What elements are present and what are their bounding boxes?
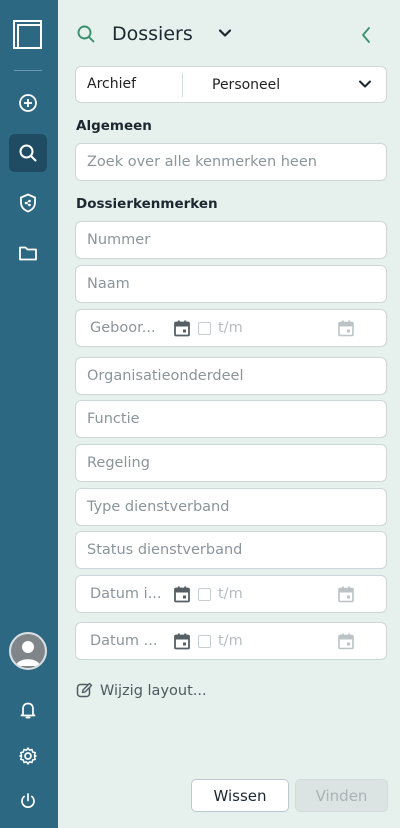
panel-header: Dossiers — [58, 18, 400, 54]
archive-select[interactable]: Archief Personeel — [75, 66, 387, 103]
geboortedatum-placeholder: Geboor... — [90, 320, 156, 336]
new-dossier-button[interactable] — [9, 84, 47, 122]
status-dienstverband-input[interactable]: Status dienstverband — [75, 531, 387, 569]
general-search-input[interactable]: Zoek over alle kenmerken heen — [75, 143, 387, 181]
range-to-label: t/m — [218, 633, 243, 649]
logout-button[interactable] — [9, 782, 47, 820]
functie-input[interactable]: Functie — [75, 400, 387, 438]
functie-placeholder: Functie — [87, 411, 140, 427]
user-icon — [11, 634, 45, 668]
bell-icon — [20, 702, 36, 719]
search-nav-button[interactable] — [9, 134, 47, 172]
plus-circle-icon — [19, 94, 37, 112]
range-to-label: t/m — [218, 586, 243, 602]
general-search-placeholder: Zoek over alle kenmerken heen — [87, 154, 317, 170]
calendar-icon[interactable] — [338, 633, 354, 650]
calendar-icon[interactable] — [174, 633, 190, 650]
page-title: Dossiers — [112, 23, 193, 45]
regeling-placeholder: Regeling — [87, 455, 150, 471]
settings-button[interactable] — [9, 737, 47, 775]
datum-uit-placeholder: Datum ... — [90, 633, 158, 649]
datum-in-range-checkbox[interactable] — [198, 588, 211, 601]
notifications-button[interactable] — [9, 691, 47, 729]
collapse-panel-icon[interactable] — [360, 26, 372, 44]
regeling-input[interactable]: Regeling — [75, 444, 387, 482]
edit-icon — [76, 682, 93, 698]
folder-icon — [19, 246, 37, 261]
naam-input[interactable]: Naam — [75, 265, 387, 303]
datum-in-placeholder: Datum i... — [90, 586, 162, 602]
chevron-down-icon — [359, 80, 371, 88]
user-avatar[interactable] — [9, 632, 47, 670]
datum-uit-range[interactable]: Datum ... t/m — [75, 622, 387, 660]
app-logo-icon[interactable] — [13, 20, 42, 49]
folder-nav-button[interactable] — [9, 234, 47, 272]
type-dienstverband-input[interactable]: Type dienstverband — [75, 488, 387, 526]
shield-nav-button[interactable] — [9, 184, 47, 222]
organisatieonderdeel-placeholder: Organisatieonderdeel — [87, 368, 244, 384]
range-to-label: t/m — [218, 320, 243, 336]
gear-icon — [19, 747, 37, 765]
section-properties-heading: Dossierkenmerken — [76, 196, 218, 212]
find-button[interactable]: Vinden — [295, 779, 388, 812]
archive-divider — [182, 73, 183, 97]
rail-divider — [14, 70, 42, 71]
status-dienstverband-placeholder: Status dienstverband — [87, 542, 243, 558]
calendar-icon[interactable] — [338, 586, 354, 603]
change-layout-label: Wijzig layout... — [100, 682, 207, 699]
calendar-icon[interactable] — [174, 586, 190, 603]
calendar-icon[interactable] — [338, 320, 354, 337]
search-icon — [19, 144, 37, 162]
datum-uit-range-checkbox[interactable] — [198, 635, 211, 648]
geboortedatum-range-checkbox[interactable] — [198, 322, 211, 335]
search-icon — [77, 25, 95, 43]
left-rail — [0, 0, 58, 828]
nummer-placeholder: Nummer — [87, 232, 151, 248]
naam-placeholder: Naam — [87, 276, 130, 292]
datum-in-range[interactable]: Datum i... t/m — [75, 575, 387, 613]
chevron-down-icon[interactable] — [218, 28, 232, 38]
nummer-input[interactable]: Nummer — [75, 221, 387, 259]
clear-button[interactable]: Wissen — [191, 779, 289, 812]
type-dienstverband-placeholder: Type dienstverband — [87, 499, 230, 515]
archive-label: Archief — [87, 76, 137, 92]
organisatieonderdeel-input[interactable]: Organisatieonderdeel — [75, 357, 387, 395]
search-panel: Dossiers Archief Personeel Algemeen Zoek… — [58, 0, 400, 828]
change-layout-link[interactable]: Wijzig layout... — [76, 682, 207, 699]
calendar-icon[interactable] — [174, 320, 190, 337]
power-icon — [21, 793, 35, 808]
geboortedatum-range[interactable]: Geboor... t/m — [75, 309, 387, 347]
section-general-heading: Algemeen — [76, 118, 152, 134]
shield-icon — [20, 193, 36, 213]
archive-value: Personeel — [212, 77, 281, 93]
